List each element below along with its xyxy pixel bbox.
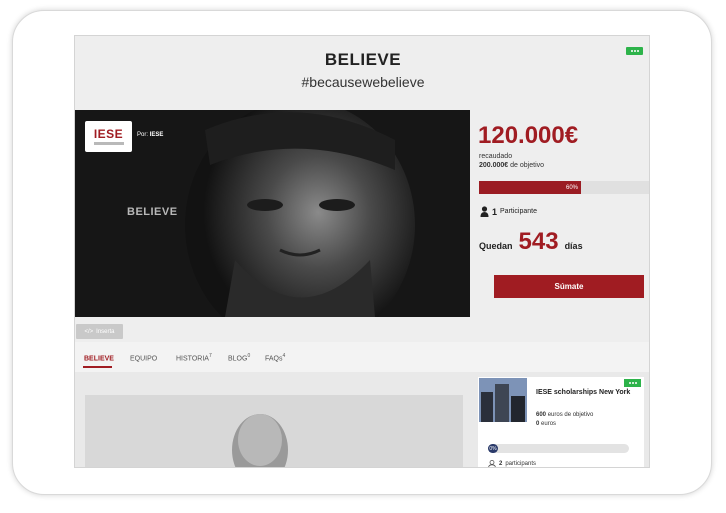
project-tabs: BELIEVE EQUIPO HISTORIA7 BLOG0 FAQs4 [75, 342, 649, 372]
user-icon [488, 460, 496, 467]
days-remaining: Quedan 543 días [479, 228, 583, 255]
raised-label: recaudado [479, 153, 513, 160]
more-options-icon[interactable] [626, 47, 643, 55]
project-video[interactable]: IESE Por: IESE BELIEVE [75, 110, 470, 317]
funding-progress-fill: 60% [479, 181, 581, 194]
code-icon: </> [84, 328, 94, 335]
related-raised: 0 euros [536, 421, 557, 427]
tab-believe[interactable]: BELIEVE [84, 353, 114, 362]
tab-faqs[interactable]: FAQs4 [265, 353, 285, 362]
tab-equipo[interactable]: EQUIPO [130, 353, 157, 362]
related-progress-fill: 0% [488, 444, 498, 453]
participants-count: 1 Participante [480, 206, 537, 217]
tab-blog[interactable]: BLOG0 [228, 353, 250, 362]
raised-amount: 120.000€ [478, 122, 579, 149]
active-tab-indicator [83, 366, 112, 368]
organization-logo: IESE [85, 121, 132, 152]
goal-text: 200.000€ de objetivo [479, 162, 545, 169]
more-options-icon[interactable] [624, 379, 641, 387]
funding-progress-bar: 60% [479, 181, 649, 194]
related-project-card[interactable]: IESE scholarships New York 600 euros de … [478, 377, 644, 467]
story-image [85, 395, 463, 467]
related-participants: 2 participants [488, 460, 536, 467]
video-author: Por: IESE [137, 132, 164, 138]
related-goal: 600 euros de objetivo [536, 412, 594, 418]
project-hashtag: #becausewebelieve [301, 74, 425, 90]
tab-content: IESE scholarships New York 600 euros de … [75, 372, 649, 467]
person-icon [480, 206, 489, 217]
related-project-image [479, 378, 527, 422]
tab-historia[interactable]: HISTORIA7 [176, 353, 212, 362]
browser-viewport: BELIEVE #becausewebelieve IESE Por: IESE [74, 35, 650, 468]
embed-button[interactable]: </> Inserta [76, 324, 123, 339]
related-progress-bar: 0% [488, 444, 629, 453]
related-project-title: IESE scholarships New York [536, 389, 631, 396]
join-button[interactable]: Súmate [494, 275, 644, 298]
project-title: BELIEVE [324, 50, 402, 69]
video-overlay-title: BELIEVE [127, 206, 178, 218]
